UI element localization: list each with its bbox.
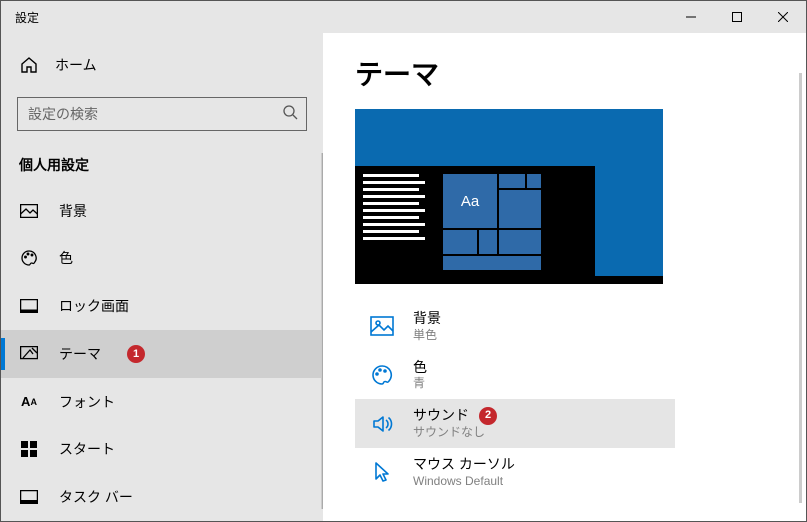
setting-label: サウンド: [413, 407, 469, 425]
setting-color[interactable]: 色 青: [355, 351, 675, 400]
setting-sub: 青: [413, 376, 427, 391]
palette-icon: [367, 360, 397, 390]
nav-home[interactable]: ホーム: [1, 43, 323, 87]
sidebar-item-fonts[interactable]: AA フォント: [1, 378, 323, 426]
picture-icon: [367, 311, 397, 341]
preview-tile-aa: Aa: [443, 174, 497, 228]
sound-icon: [367, 409, 397, 439]
sidebar-item-themes[interactable]: テーマ 1: [1, 330, 323, 378]
lockscreen-icon: [19, 299, 39, 313]
sidebar-item-label: ロック画面: [59, 296, 129, 316]
font-icon: AA: [19, 394, 39, 409]
home-icon: [19, 56, 39, 74]
setting-label: 色: [413, 359, 427, 377]
picture-icon: [19, 204, 39, 218]
window-title: 設定: [1, 9, 39, 26]
setting-sub: サウンドなし: [413, 425, 497, 440]
sidebar-item-label: タスク バー: [59, 487, 133, 507]
section-header: 個人用設定: [1, 149, 323, 187]
taskbar-icon: [19, 490, 39, 504]
home-label: ホーム: [55, 55, 97, 75]
setting-background[interactable]: 背景 単色: [355, 302, 675, 351]
sidebar-item-label: フォント: [59, 392, 115, 412]
preview-taskbar: [355, 276, 663, 284]
sidebar-item-color[interactable]: 色: [1, 235, 323, 283]
window-controls: [668, 1, 806, 33]
sidebar-item-label: テーマ: [59, 344, 101, 364]
preview-menu-lines: [363, 174, 433, 244]
settings-window: 設定 ホーム: [0, 0, 807, 522]
sidebar-item-label: スタート: [59, 439, 115, 459]
setting-label: 背景: [413, 310, 441, 328]
start-icon: [19, 441, 39, 457]
setting-sub: 単色: [413, 328, 441, 343]
theme-icon: [19, 346, 39, 362]
cursor-icon: [367, 457, 397, 487]
annotation-badge-1: 1: [127, 345, 145, 363]
search-input[interactable]: [28, 106, 282, 122]
annotation-badge-2: 2: [479, 407, 497, 425]
close-button[interactable]: [760, 1, 806, 33]
search-box[interactable]: [17, 97, 307, 131]
sidebar-item-start[interactable]: スタート: [1, 426, 323, 474]
setting-label: マウス カーソル: [413, 456, 515, 474]
preview-start-menu: Aa: [355, 166, 595, 276]
window-body: ホーム 個人用設定 背景 色: [1, 33, 806, 521]
search-icon: [282, 104, 298, 123]
titlebar: 設定: [1, 1, 806, 33]
sidebar-item-label: 色: [59, 248, 73, 268]
theme-preview[interactable]: Aa: [355, 109, 663, 284]
maximize-icon: [732, 12, 742, 22]
minimize-button[interactable]: [668, 1, 714, 33]
sidebar-item-taskbar[interactable]: タスク バー: [1, 473, 323, 521]
minimize-icon: [686, 12, 696, 22]
setting-cursor[interactable]: マウス カーソル Windows Default: [355, 448, 675, 497]
content-pane: テーマ Aa: [323, 33, 806, 521]
sidebar-item-background[interactable]: 背景: [1, 187, 323, 235]
palette-icon: [19, 249, 39, 267]
sidebar-item-lockscreen[interactable]: ロック画面: [1, 282, 323, 330]
maximize-button[interactable]: [714, 1, 760, 33]
content-scrollbar[interactable]: [799, 73, 802, 503]
setting-sub: Windows Default: [413, 474, 515, 489]
page-title: テーマ: [355, 53, 806, 93]
close-icon: [778, 12, 788, 22]
sidebar: ホーム 個人用設定 背景 色: [1, 33, 323, 521]
setting-sound[interactable]: サウンド 2 サウンドなし: [355, 399, 675, 448]
sidebar-item-label: 背景: [59, 201, 87, 221]
